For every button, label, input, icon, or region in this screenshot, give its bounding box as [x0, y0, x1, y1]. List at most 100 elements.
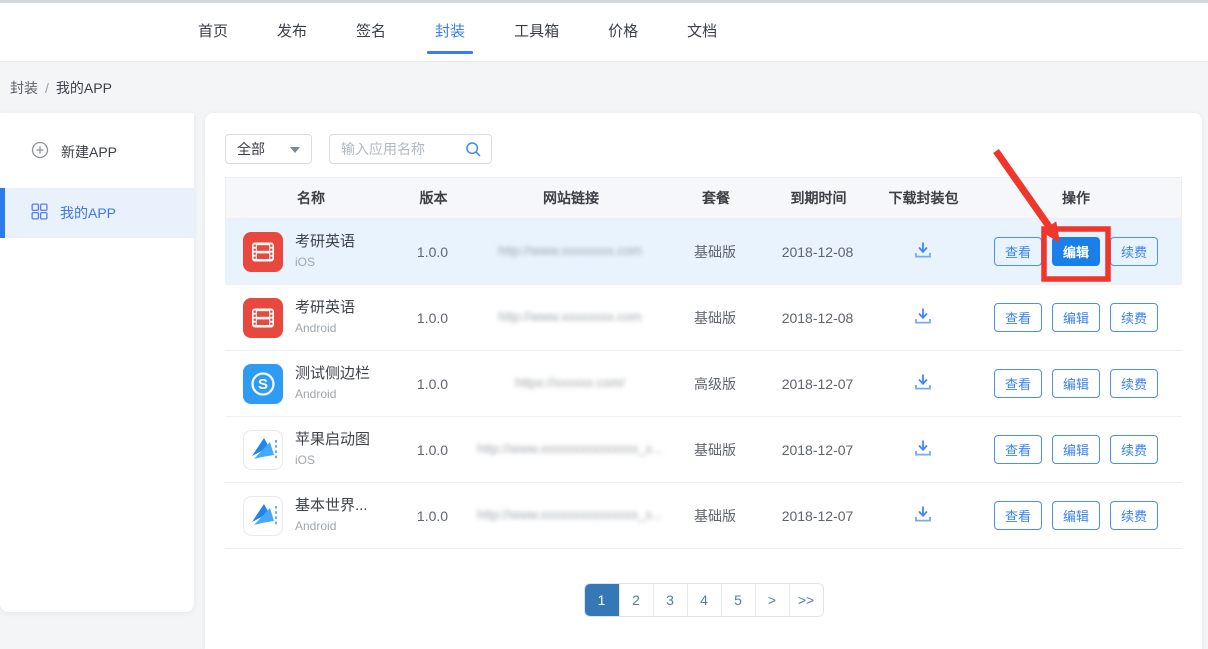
header-version: 版本 — [396, 188, 471, 208]
app-name: 苹果启动图 — [295, 431, 370, 450]
breadcrumb-package[interactable]: 封装 — [10, 78, 38, 98]
breadcrumb-separator: / — [45, 80, 49, 96]
main-content-card: 全部 名称 版本 网站链接 套餐 到期时间 下载封装包 操作 — [205, 113, 1202, 649]
app-table: 名称 版本 网站链接 套餐 到期时间 下载封装包 操作 — [225, 177, 1182, 549]
sidebar-item-my-app[interactable]: 我的APP — [0, 188, 194, 238]
download-icon[interactable] — [912, 437, 934, 459]
website-link-blurred: http://www.xxxxxxxxxxxxxxx_x... — [477, 507, 663, 522]
app-expiry: 2018-12-07 — [760, 508, 875, 524]
edit-button[interactable]: 编辑 — [1052, 501, 1100, 530]
download-icon[interactable] — [912, 503, 934, 525]
website-link-blurred: https://xxxxxx.com/ — [515, 375, 625, 390]
page-button-4[interactable]: 4 — [687, 584, 721, 616]
film-app-icon — [243, 298, 283, 338]
app-package: 基础版 — [670, 242, 760, 262]
filter-toolbar: 全部 — [205, 113, 1202, 164]
download-icon[interactable] — [912, 239, 934, 261]
app-expiry: 2018-12-07 — [760, 376, 875, 392]
sidebar-item-label: 新建APP — [61, 142, 117, 162]
app-package: 基础版 — [670, 440, 760, 460]
app-platform: Android — [295, 321, 355, 336]
app-name: 考研英语 — [295, 233, 355, 252]
website-link-blurred: http://www.xxxxxxxxxxxxxxx_x... — [477, 441, 663, 456]
edit-button[interactable]: 编辑 — [1052, 303, 1100, 332]
nav-item-toolbox[interactable]: 工具箱 — [506, 0, 567, 61]
app-version: 1.0.0 — [395, 376, 470, 392]
bird-app-icon — [243, 430, 283, 470]
nav-item-publish[interactable]: 发布 — [269, 0, 315, 61]
app-version: 1.0.0 — [395, 310, 470, 326]
app-platform: Android — [295, 387, 370, 402]
view-button[interactable]: 查看 — [994, 237, 1042, 266]
renew-button[interactable]: 续费 — [1110, 303, 1158, 332]
nav-item-price[interactable]: 价格 — [600, 0, 646, 61]
table-header-row: 名称 版本 网站链接 套餐 到期时间 下载封装包 操作 — [225, 177, 1182, 219]
website-link-blurred: http://www.xxxxxxxx.com — [498, 243, 642, 258]
table-row: 基本世界... Android 1.0.0 http://www.xxxxxxx… — [225, 483, 1182, 549]
renew-button[interactable]: 续费 — [1110, 435, 1158, 464]
view-button[interactable]: 查看 — [994, 303, 1042, 332]
app-version: 1.0.0 — [395, 244, 470, 260]
app-platform: Android — [295, 519, 368, 534]
plus-circle-icon — [31, 141, 49, 162]
page-button-2[interactable]: 2 — [619, 584, 653, 616]
page-button-1[interactable]: 1 — [585, 584, 619, 616]
search-icon[interactable] — [465, 141, 482, 161]
bird-app-icon — [243, 496, 283, 536]
nav-item-docs[interactable]: 文档 — [679, 0, 725, 61]
app-name: 基本世界... — [295, 497, 368, 516]
app-package: 高级版 — [670, 374, 760, 394]
header-package: 套餐 — [671, 188, 761, 208]
renew-button[interactable]: 续费 — [1110, 501, 1158, 530]
download-icon[interactable] — [912, 371, 934, 393]
header-name: 名称 — [226, 188, 396, 208]
app-version: 1.0.0 — [395, 508, 470, 524]
header-website: 网站链接 — [471, 188, 671, 208]
view-button[interactable]: 查看 — [994, 501, 1042, 530]
nav-item-package-active[interactable]: 封装 — [427, 0, 473, 61]
nav-item-sign[interactable]: 签名 — [348, 0, 394, 61]
website-link-blurred: http://www.xxxxxxxx.com — [498, 309, 642, 324]
view-button[interactable]: 查看 — [994, 435, 1042, 464]
main-nav: 首页 发布 签名 封装 工具箱 价格 文档 — [190, 0, 1208, 61]
page-last-button[interactable]: >> — [789, 584, 823, 616]
table-row: S 测试侧边栏 Android 1.0.0 https://xxxxxx.com… — [225, 351, 1182, 417]
view-button[interactable]: 查看 — [994, 369, 1042, 398]
header-actions: 操作 — [971, 188, 1181, 208]
sidebar-item-label: 我的APP — [60, 203, 116, 223]
breadcrumb: 封装 / 我的APP — [0, 62, 1208, 113]
app-name: 考研英语 — [295, 299, 355, 318]
app-expiry: 2018-12-08 — [760, 244, 875, 260]
app-package: 基础版 — [670, 506, 760, 526]
app-expiry: 2018-12-08 — [760, 310, 875, 326]
app-name: 测试侧边栏 — [295, 365, 370, 384]
table-row: 考研英语 Android 1.0.0 http://www.xxxxxxxx.c… — [225, 285, 1182, 351]
app-version: 1.0.0 — [395, 442, 470, 458]
edit-button[interactable]: 编辑 — [1052, 435, 1100, 464]
app-package: 基础版 — [670, 308, 760, 328]
page-button-3[interactable]: 3 — [653, 584, 687, 616]
renew-button[interactable]: 续费 — [1110, 237, 1158, 266]
page-button-5[interactable]: 5 — [721, 584, 755, 616]
pagination: 1 2 3 4 5 > >> — [584, 583, 824, 617]
search-input[interactable] — [341, 135, 469, 163]
top-nav-bar: 首页 发布 签名 封装 工具箱 价格 文档 — [0, 0, 1208, 62]
table-row: 考研英语 iOS 1.0.0 http://www.xxxxxxxx.com 基… — [225, 219, 1182, 285]
renew-button[interactable]: 续费 — [1110, 369, 1158, 398]
edit-button-highlighted[interactable]: 编辑 — [1052, 237, 1100, 266]
sidebar-item-new-app[interactable]: 新建APP — [0, 127, 194, 176]
nav-item-home[interactable]: 首页 — [190, 0, 236, 61]
filter-select[interactable]: 全部 — [225, 134, 312, 164]
search-box — [329, 134, 492, 164]
page-next-button[interactable]: > — [755, 584, 789, 616]
svg-text:S: S — [258, 376, 268, 393]
table-row: 苹果启动图 iOS 1.0.0 http://www.xxxxxxxxxxxxx… — [225, 417, 1182, 483]
edit-button[interactable]: 编辑 — [1052, 369, 1100, 398]
sidebar: 新建APP 我的APP — [0, 113, 194, 612]
download-icon[interactable] — [912, 305, 934, 327]
s-app-icon: S — [243, 364, 283, 404]
grid-icon — [31, 203, 48, 223]
window-top-edge — [0, 0, 1208, 3]
film-app-icon — [243, 232, 283, 272]
header-expiry: 到期时间 — [761, 188, 876, 208]
